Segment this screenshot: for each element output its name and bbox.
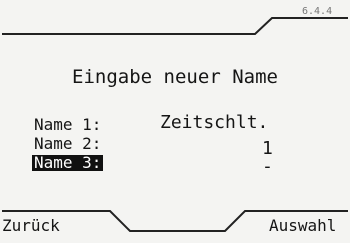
softkey-select-button[interactable]: Auswahl (269, 218, 336, 234)
header-divider (2, 17, 348, 35)
field-label-name-3-selected[interactable]: Name 3: (32, 155, 104, 171)
field-value-name-1: Zeitschlt. (160, 112, 269, 133)
softkey-back-button[interactable]: Zurück (2, 218, 60, 234)
field-value-name-3: - (262, 156, 273, 177)
dialog-title: Eingabe neuer Name (72, 66, 278, 88)
version-number: 6.4.4 (302, 6, 333, 17)
field-label-name-2[interactable]: Name 2: (34, 136, 101, 152)
lcd-screen: 6.4.4 Eingabe neuer Name Name 1: Zeitsch… (0, 0, 350, 243)
field-label-name-1[interactable]: Name 1: (34, 117, 101, 133)
